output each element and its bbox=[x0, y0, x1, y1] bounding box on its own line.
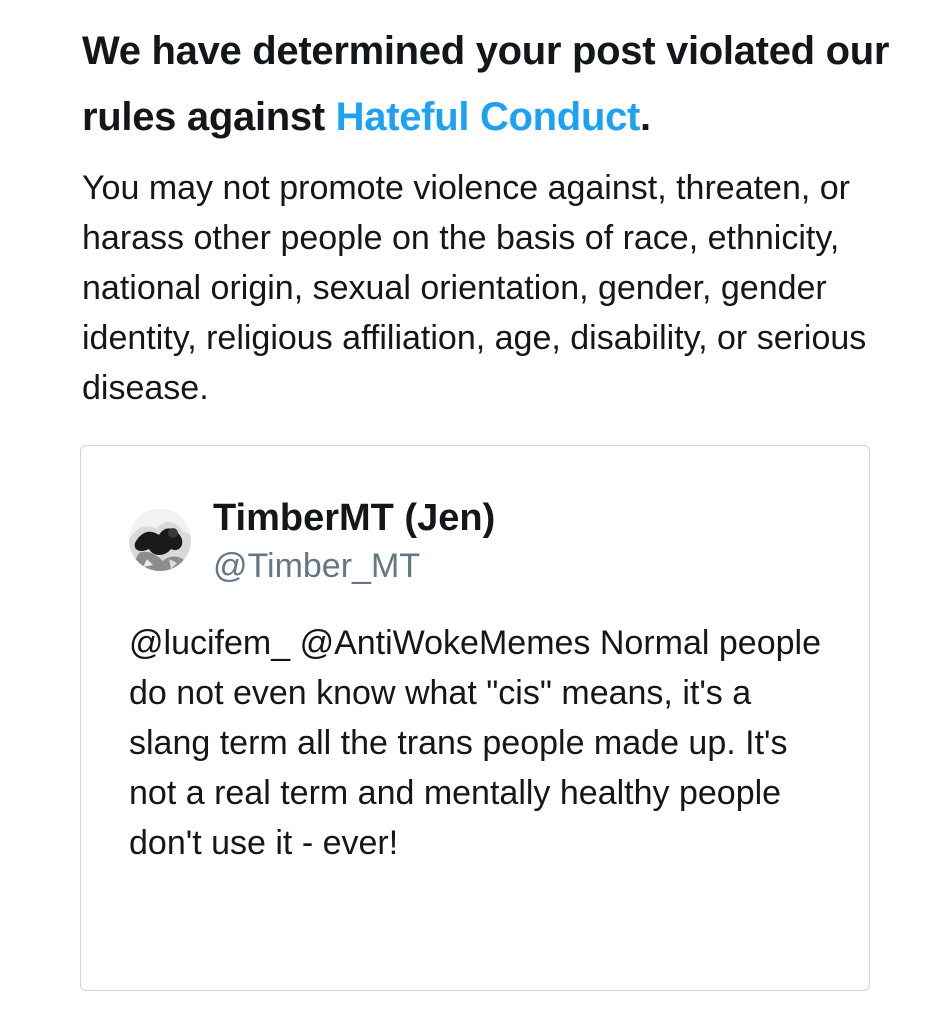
headline-suffix: . bbox=[640, 95, 651, 139]
tweet-display-name[interactable]: TimberMT (Jen) bbox=[213, 494, 495, 542]
avatar[interactable] bbox=[129, 509, 191, 571]
quoted-tweet-card[interactable]: TimberMT (Jen) @Timber_MT @lucifem_ @Ant… bbox=[80, 445, 870, 991]
hateful-conduct-link[interactable]: Hateful Conduct bbox=[336, 95, 641, 139]
rule-description: You may not promote violence against, th… bbox=[82, 169, 867, 407]
avatar-image bbox=[129, 509, 191, 571]
tweet-handle[interactable]: @Timber_MT bbox=[213, 544, 420, 588]
tweet-text: @lucifem_ @AntiWokeMemes Normal people d… bbox=[129, 624, 821, 862]
violation-headline: We have determined your post violated ou… bbox=[82, 18, 902, 150]
